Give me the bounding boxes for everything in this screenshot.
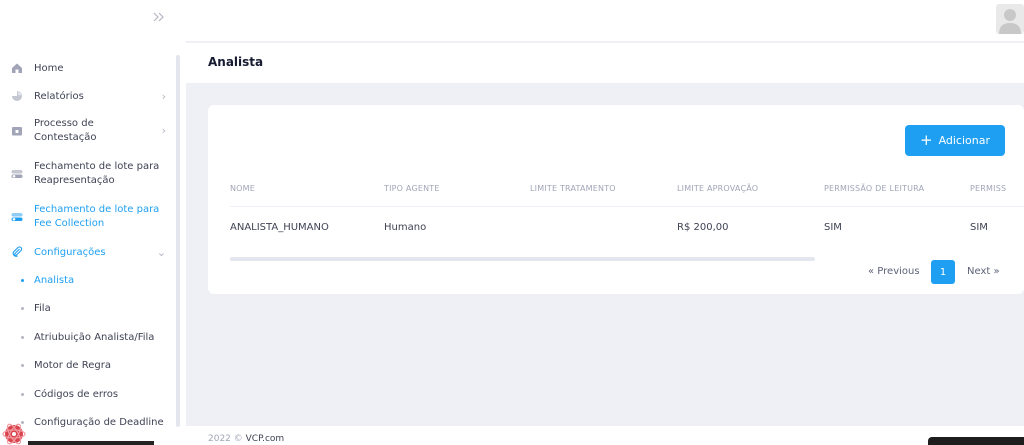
home-icon [10,62,23,75]
toggle-icon [10,167,23,180]
column-header[interactable]: TIPO AGENTE [384,184,440,193]
sidebar-item-fechamento-reapresentacao[interactable]: Fechamento de lote para Reapresentação [0,152,176,195]
sidebar-item-label: Processo de Contestação [34,118,97,143]
column-header[interactable]: LIMITE APROVAÇÃO [677,184,758,193]
bullet-icon [21,335,24,339]
sidebar-item-label: Home [34,62,64,74]
sidebar-subitem-motor-regra[interactable]: Motor de Regra [0,352,176,381]
pagination-current-page[interactable]: 1 [931,260,955,284]
sidebar-subitem-atribuicao[interactable]: Atriubuição Analista/Fila [0,323,176,352]
sidebar-item-processo-contestacao[interactable]: Processo de Contestação › [0,110,176,152]
chevron-right-icon: › [161,89,166,103]
plus-icon: + [919,131,933,149]
chevron-right-icon: › [161,124,166,137]
corner-widget[interactable] [928,437,1024,445]
add-button[interactable]: + Adicionar [905,125,1005,156]
sidebar-item-label: Fechamento de lote para Fee Collection [34,203,160,229]
sidebar-item-label: Fechamento de lote para Reapresentação [34,160,160,186]
table-cell[interactable]: R$ 200,00 [677,222,728,233]
table-horizontal-scrollbar[interactable] [230,257,815,261]
sidebar-subitem-label: Fila [34,303,51,315]
footer: 2022 © VCP.com [186,426,1024,445]
page-title: Analista [208,55,264,69]
sidebar-scrollbar[interactable] [176,55,180,427]
pie-chart-icon [10,90,23,103]
sidebar: Home Relatórios › Processo de Contestaçã… [0,0,186,445]
bullet-icon [21,307,24,311]
bullet-icon [21,392,24,396]
sidebar-subitem-analista[interactable]: Analista [0,266,176,295]
table-cell[interactable]: Humano [384,222,426,233]
folder-icon [10,125,23,138]
paperclip-icon [10,246,23,259]
column-header[interactable]: PERMISSÃO DE LEITURA [824,184,924,193]
pagination-next[interactable]: Next » [967,266,1000,277]
footer-link[interactable]: VCP.com [246,434,285,444]
logo-icon [0,420,28,445]
topbar [186,0,1024,42]
sidebar-subitem-label: Analista [34,274,75,286]
column-header[interactable]: PERMISS [970,184,1006,193]
sidebar-item-label: Configurações [34,246,106,258]
sidebar-menu: Home Relatórios › Processo de Contestaçã… [0,54,176,437]
analista-card: + Adicionar NOME TIPO AGENTE LIMITE TRAT… [208,105,1024,294]
subheader: Analista [186,43,1024,83]
sidebar-subitem-label: Motor de Regra [34,360,111,372]
bullet-icon [21,364,24,368]
sidebar-item-fechamento-fee-collection[interactable]: Fechamento de lote para Fee Collection [0,195,176,238]
sidebar-item-label: Relatórios [34,90,84,102]
analista-table: NOME TIPO AGENTE LIMITE TRATAMENTO LIMIT… [230,175,1024,265]
toggle-icon [10,210,23,223]
sidebar-collapse-icon[interactable] [152,10,168,28]
sidebar-subitem-label: Configuração de Deadline [34,417,164,429]
bullet-icon [21,278,24,282]
sidebar-subitem-codigos-erros[interactable]: Códigos de erros [0,380,176,409]
sidebar-item-relatorios[interactable]: Relatórios › [0,82,176,110]
table-cell[interactable]: ANALISTA_HUMANO [230,222,329,233]
column-header[interactable]: LIMITE TRATAMENTO [530,184,616,193]
pagination-previous[interactable]: « Previous [868,266,920,277]
sidebar-item-configuracoes[interactable]: Configurações ⌄ [0,238,176,266]
header-divider [230,206,1024,207]
sidebar-subitem-label: Códigos de erros [34,388,119,400]
add-button-label: Adicionar [938,134,991,147]
column-header[interactable]: NOME [230,184,255,193]
sidebar-subitem-fila[interactable]: Fila [0,295,176,324]
footer-copyright: 2022 © [208,434,243,444]
table-cell[interactable]: SIM [824,222,842,233]
chevron-down-icon: ⌄ [156,245,166,259]
sidebar-subitem-label: Atriubuição Analista/Fila [34,331,155,343]
table-cell[interactable]: SIM [970,222,988,233]
avatar[interactable] [996,4,1024,34]
footer-text: 2022 © VCP.com [208,434,284,444]
sidebar-item-home[interactable]: Home [0,54,176,82]
taskbar-strip [28,441,154,445]
